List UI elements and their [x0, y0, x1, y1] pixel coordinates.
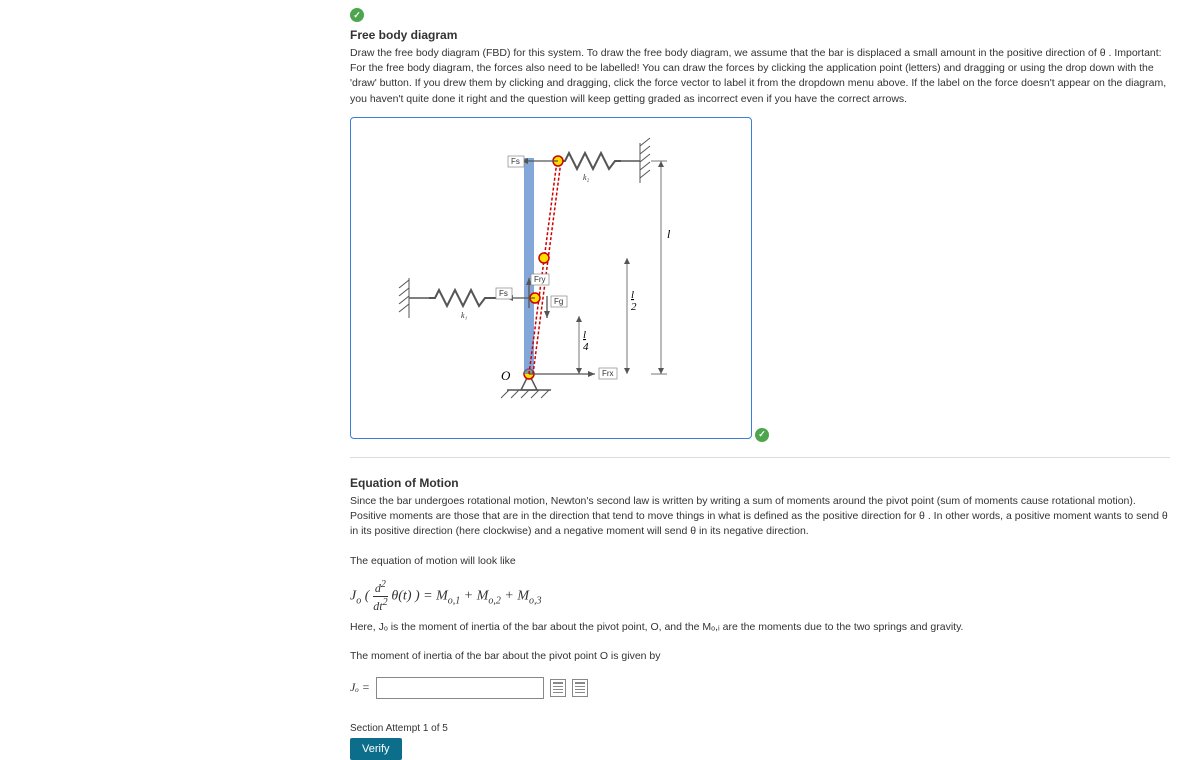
jo-input[interactable]: [376, 677, 544, 699]
label-origin: O: [501, 368, 511, 383]
inertia-prompt: The moment of inertia of the bar about t…: [350, 649, 1170, 664]
equation-of-motion: Jo ( d2dt2 θ(t) ) = Mo,1 + Mo,2 + Mo,3: [350, 579, 1170, 614]
svg-text:l: l: [583, 329, 586, 341]
label-fs-top: Fs: [511, 157, 520, 166]
eq-intro: The equation of motion will look like: [350, 554, 1170, 569]
verify-button[interactable]: Verify: [350, 738, 402, 760]
label-fry: Fry: [534, 275, 546, 284]
eq-after: Here, Jₒ is the moment of inertia of the…: [350, 620, 1170, 635]
svg-text:l: l: [631, 289, 634, 301]
equation-editor-icon[interactable]: [550, 679, 566, 697]
label-l: l: [667, 227, 671, 241]
eom-title: Equation of Motion: [350, 476, 1170, 490]
notes-icon[interactable]: [572, 679, 588, 697]
diagram-check-icon: ✓: [755, 428, 769, 442]
label-fs-mid: Fs: [499, 289, 508, 298]
label-frx: Frx: [602, 369, 614, 378]
eom-para1: Since the bar undergoes rotational motio…: [350, 494, 1170, 540]
check-icon: ✓: [350, 8, 364, 22]
fbd-instructions: Draw the free body diagram (FBD) for thi…: [350, 46, 1170, 107]
label-k1: k₁: [461, 311, 468, 320]
divider: [350, 457, 1170, 458]
fbd-title: Free body diagram: [350, 28, 1170, 42]
attempt-text: Section Attempt 1 of 5: [350, 723, 1170, 734]
svg-text:4: 4: [583, 341, 589, 353]
label-k2: k₂: [583, 173, 590, 182]
label-fg: Fg: [554, 297, 563, 306]
fbd-diagram[interactable]: k₁ k₂: [350, 117, 752, 439]
jo-label: Jₒ =: [350, 680, 370, 695]
svg-text:2: 2: [631, 301, 637, 313]
